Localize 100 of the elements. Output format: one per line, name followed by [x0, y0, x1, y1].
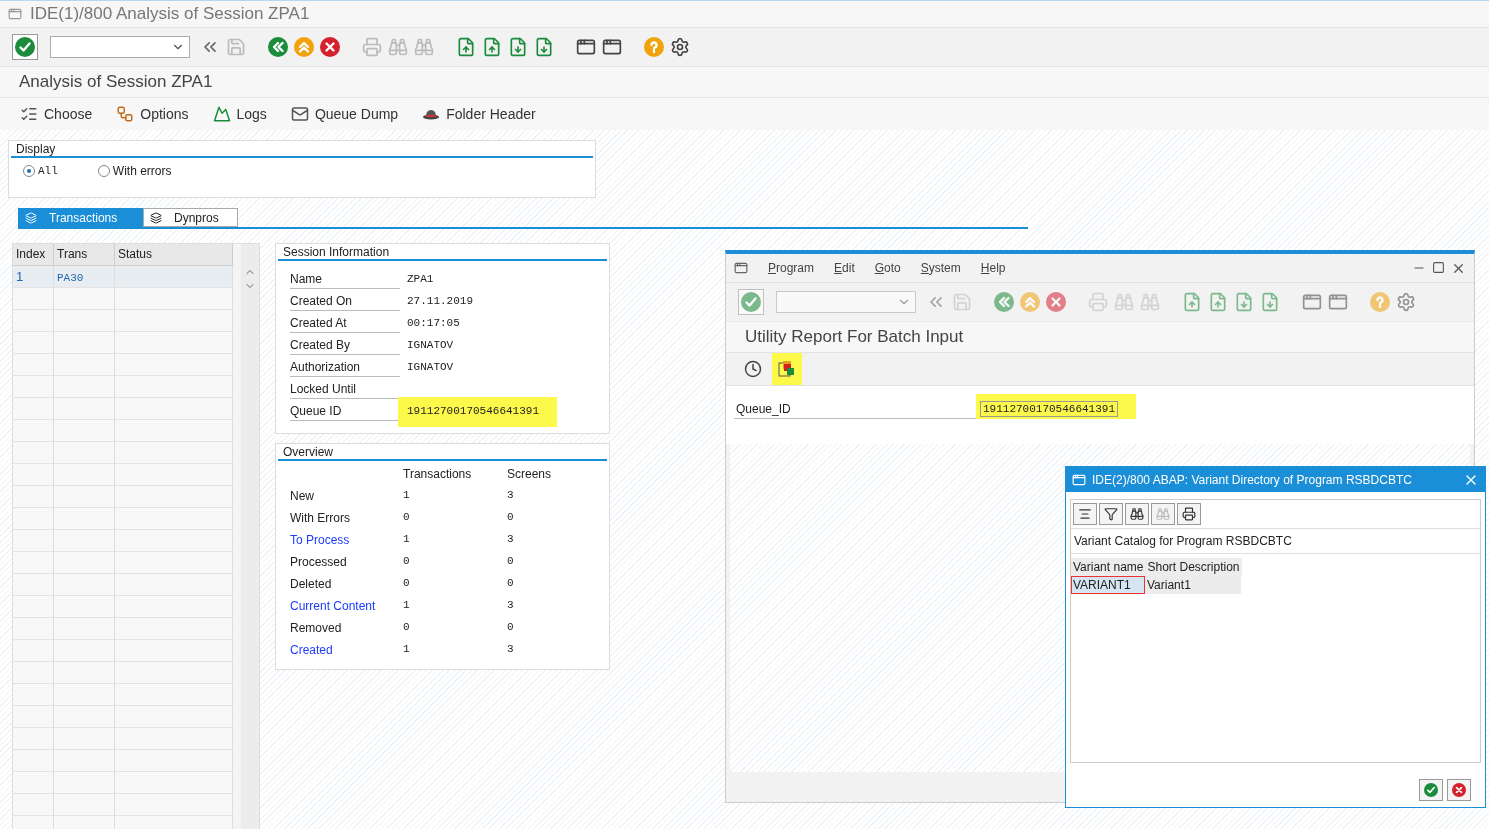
count: 0 — [507, 555, 515, 569]
column-header: Status — [115, 244, 233, 265]
menu-item[interactable]: Program — [768, 261, 815, 275]
filter-button[interactable] — [1099, 503, 1123, 525]
find-button[interactable] — [1125, 503, 1149, 525]
count: 0 — [403, 511, 411, 525]
enter-button[interactable] — [12, 34, 38, 60]
overview-label: Deleted — [290, 577, 333, 591]
toolbar-button[interactable]: Queue Dump — [290, 105, 399, 123]
field-label: Created On — [290, 294, 400, 311]
overview-link[interactable]: To Process — [290, 533, 403, 547]
count: 0 — [507, 511, 515, 525]
lines-icon — [1078, 507, 1092, 521]
menu-item[interactable]: Goto — [874, 261, 901, 275]
field-label: Name — [290, 272, 400, 289]
window-title: IDE(1)/800 Analysis of Session ZPA1 — [30, 4, 310, 24]
envelope-icon — [290, 105, 309, 123]
page-title: Analysis of Session ZPA1 — [0, 67, 1489, 98]
print-button[interactable] — [1177, 503, 1201, 525]
dialog-title: IDE(2)/800 ABAP: Variant Directory of Program RSBDCBTC — [1092, 472, 1412, 487]
maximize-icon[interactable] — [1432, 260, 1445, 274]
confirm-button[interactable] — [1419, 779, 1443, 801]
help-icon[interactable] — [644, 37, 664, 57]
overview-label: Removed — [290, 621, 343, 635]
tab[interactable]: Transactions — [18, 208, 143, 227]
table-cell[interactable]: VARIANT1 — [1071, 576, 1145, 594]
count: 0 — [403, 621, 411, 635]
printer-icon — [1182, 507, 1196, 521]
overview-link[interactable]: Created — [290, 643, 403, 657]
tab[interactable]: Dynpros — [143, 208, 238, 227]
count: 3 — [507, 489, 515, 503]
filter-icon — [1104, 507, 1118, 521]
mountain-icon — [212, 105, 231, 123]
cancel-button[interactable] — [1447, 779, 1471, 801]
overview-label: With Errors — [290, 511, 351, 525]
page-title: Utility Report For Batch Input — [726, 322, 1474, 353]
layers-icon — [150, 211, 162, 224]
settings-icon[interactable] — [670, 37, 690, 57]
cancel-icon[interactable] — [1046, 292, 1066, 312]
toolbar-button[interactable]: Folder Header — [422, 106, 536, 122]
radio-label: With errors — [112, 164, 172, 178]
help-icon[interactable] — [1370, 292, 1390, 312]
field-label: Locked Until — [290, 382, 400, 399]
back-icon[interactable] — [994, 292, 1014, 312]
field-label: Created At — [290, 316, 400, 333]
column-header: Transactions — [403, 467, 473, 481]
page-up-icon[interactable] — [456, 37, 476, 57]
check-icon — [741, 292, 761, 312]
save-icon[interactable] — [226, 37, 246, 57]
group-title: Overview — [278, 444, 607, 461]
window-menu-icon[interactable] — [734, 261, 748, 275]
page-up-icon[interactable] — [1208, 292, 1228, 312]
page-down-icon[interactable] — [508, 37, 528, 57]
command-field[interactable] — [50, 36, 190, 58]
count: 1 — [403, 599, 411, 613]
page-down-icon[interactable] — [1234, 292, 1254, 312]
branch-icon — [116, 105, 135, 123]
overview-link[interactable]: Current Content — [290, 599, 403, 613]
enter-button[interactable] — [738, 289, 764, 315]
toolbar-button[interactable]: Choose — [20, 105, 93, 123]
queue-id-field[interactable]: 19112700170546641391 — [976, 394, 1137, 419]
count: 3 — [507, 643, 515, 657]
page-up-icon[interactable] — [482, 37, 502, 57]
field-label: Queue_ID — [734, 400, 976, 419]
toolbar-button[interactable]: Logs — [212, 105, 267, 123]
menu-item[interactable]: Edit — [834, 261, 855, 275]
page-down-icon[interactable] — [534, 37, 554, 57]
window-menu-icon[interactable] — [1072, 472, 1086, 487]
field-value: IGNATOV — [406, 338, 455, 353]
back-icon[interactable] — [268, 37, 288, 57]
variants-button[interactable] — [772, 353, 802, 385]
menu-item[interactable]: Help — [980, 261, 1006, 275]
column-header: Screens — [507, 467, 553, 481]
page-down-icon[interactable] — [1260, 292, 1280, 312]
overview-label: Processed — [290, 555, 348, 569]
toolbar-button[interactable]: Options — [116, 105, 189, 123]
table-cell: Variant1 — [1145, 576, 1241, 594]
count: 1 — [403, 489, 411, 503]
count: 3 — [507, 599, 515, 613]
menu-item[interactable]: System — [920, 261, 961, 275]
group-title: Session Information — [278, 244, 607, 261]
group-title: Display — [11, 141, 593, 158]
page-up-icon[interactable] — [1182, 292, 1202, 312]
radio-button[interactable] — [23, 165, 35, 177]
overview-label: New — [290, 489, 315, 503]
field-value: 00:17:05 — [406, 316, 461, 331]
check-icon — [15, 37, 35, 57]
column-header: Short Description — [1145, 558, 1242, 576]
sort-button[interactable] — [1073, 503, 1097, 525]
up-icon[interactable] — [1020, 292, 1040, 312]
check-icon — [1424, 783, 1438, 797]
up-icon[interactable] — [294, 37, 314, 57]
radio-button[interactable] — [97, 165, 110, 177]
cancel-icon[interactable] — [320, 37, 340, 57]
print-icon[interactable] — [362, 37, 382, 57]
window-menu-icon[interactable] — [8, 7, 22, 21]
cancel-icon — [1452, 783, 1466, 797]
table-cell: 1 — [13, 266, 54, 287]
binoculars-icon[interactable] — [388, 37, 408, 57]
command-field[interactable] — [776, 291, 916, 313]
